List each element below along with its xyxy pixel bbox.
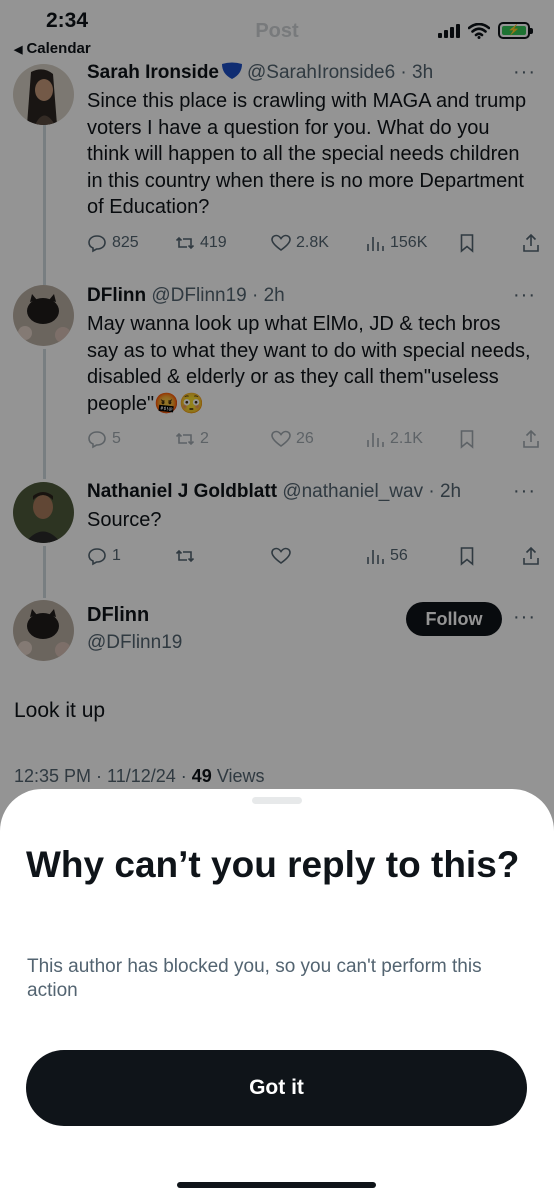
- got-it-button[interactable]: Got it: [26, 1050, 527, 1126]
- home-indicator[interactable]: [177, 1182, 376, 1188]
- sheet-grabber[interactable]: [252, 797, 302, 804]
- sheet-body: This author has blocked you, so you can'…: [27, 956, 482, 1001]
- blocked-reply-sheet: Why can’t you reply to this? This author…: [0, 789, 554, 1200]
- sheet-title: Why can’t you reply to this?: [26, 844, 520, 885]
